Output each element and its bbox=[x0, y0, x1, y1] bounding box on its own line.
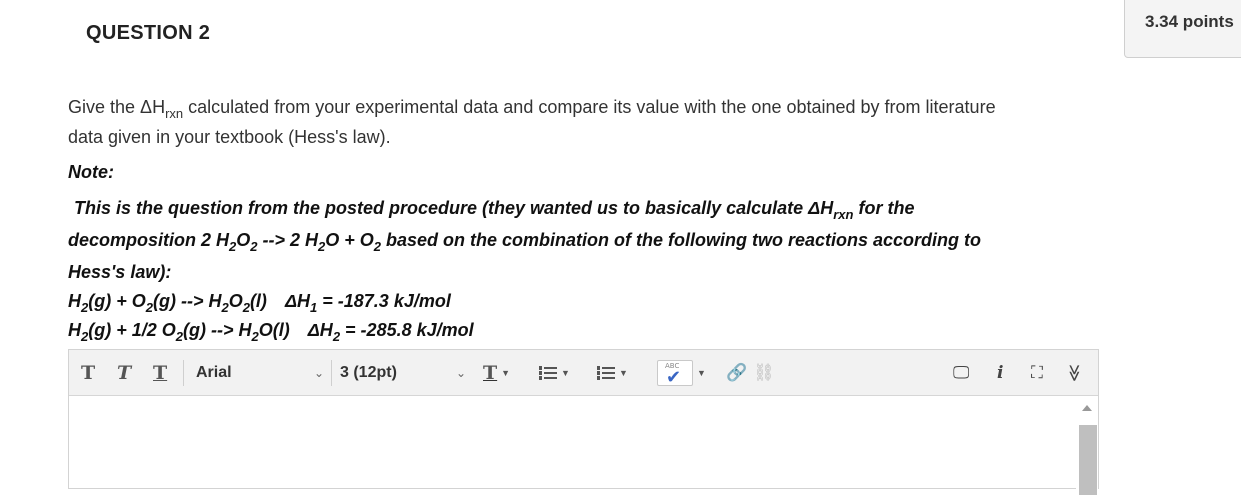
unlink-icon: ⛓ bbox=[753, 363, 775, 382]
font-family-select[interactable]: Arial ⌄ bbox=[196, 350, 324, 396]
caret-down-icon: ▼ bbox=[697, 368, 706, 378]
preview-button[interactable]: 🖵 bbox=[953, 350, 969, 396]
bold-button[interactable]: T bbox=[81, 350, 95, 396]
note-label: Note: bbox=[68, 162, 114, 182]
intro-text: Give the ΔHrxn calculated from your expe… bbox=[68, 97, 996, 147]
question-title: QUESTION 2 bbox=[86, 22, 211, 44]
remove-link-button[interactable]: ⛓ bbox=[753, 350, 775, 396]
spellcheck-button[interactable]: ABC ✔ ▼ bbox=[657, 350, 706, 396]
collapse-toolbar-button[interactable]: ≫ bbox=[1064, 350, 1084, 396]
caret-down-icon: ▼ bbox=[501, 368, 511, 378]
chevron-down-icon: ⌄ bbox=[455, 366, 466, 380]
answer-editor: T T T Arial ⌄ 3 (12pt) ⌄ T ▼ ▼ ▼ ABC ✔ ▼ 🔗 ⛓ … bbox=[68, 349, 1099, 495]
toolbar-divider bbox=[183, 360, 184, 386]
numbered-list-button[interactable]: ▼ bbox=[597, 350, 628, 396]
link-icon: 🔗 bbox=[726, 363, 748, 382]
editor-scrollbar[interactable] bbox=[1076, 397, 1098, 495]
reaction-1: H2(g) + O2(g) --> H2O2(l) ΔH1 = -187.3 kJ… bbox=[68, 291, 451, 315]
double-chevron-icon: ≫ bbox=[1064, 364, 1084, 382]
insert-link-button[interactable]: 🔗 bbox=[726, 350, 747, 396]
italic-button[interactable]: T bbox=[117, 350, 131, 396]
caret-down-icon: ▼ bbox=[619, 368, 628, 378]
info-icon: i bbox=[997, 363, 1004, 383]
fullscreen-icon: ⛶ bbox=[1031, 363, 1043, 382]
chevron-down-icon: ⌄ bbox=[313, 366, 324, 380]
fullscreen-button[interactable]: ⛶ bbox=[1031, 350, 1043, 396]
bullet-list-icon bbox=[539, 364, 557, 382]
editor-toolbar: T T T Arial ⌄ 3 (12pt) ⌄ T ▼ ▼ ▼ ABC ✔ ▼ 🔗 ⛓ … bbox=[69, 350, 1098, 396]
scroll-thumb[interactable] bbox=[1079, 425, 1097, 495]
bullet-list-button[interactable]: ▼ bbox=[539, 350, 570, 396]
spellcheck-icon: ABC ✔ bbox=[657, 360, 693, 387]
points-label: 3.34 points bbox=[1145, 12, 1234, 31]
numbered-list-icon bbox=[597, 364, 615, 382]
text-color-button[interactable]: T ▼ bbox=[483, 350, 510, 396]
points-box: 3.34 points bbox=[1124, 0, 1241, 58]
font-size-select[interactable]: 3 (12pt) ⌄ bbox=[340, 350, 466, 396]
toolbar-divider bbox=[331, 360, 332, 386]
underline-button[interactable]: T bbox=[153, 350, 167, 396]
reaction-2: H2(g) + 1/2 O2(g) --> H2O(l) ΔH2 = -285.8… bbox=[68, 320, 474, 344]
procedure-text: This is the question from the posted pro… bbox=[68, 198, 982, 282]
info-button[interactable]: i bbox=[997, 350, 1003, 396]
caret-down-icon: ▼ bbox=[561, 368, 570, 378]
editor-text-area[interactable] bbox=[69, 397, 1076, 488]
question-body: Give the ΔHrxn calculated from your expe… bbox=[68, 92, 1098, 346]
monitor-icon: 🖵 bbox=[953, 363, 970, 382]
scroll-up-arrow-icon[interactable] bbox=[1082, 405, 1092, 411]
